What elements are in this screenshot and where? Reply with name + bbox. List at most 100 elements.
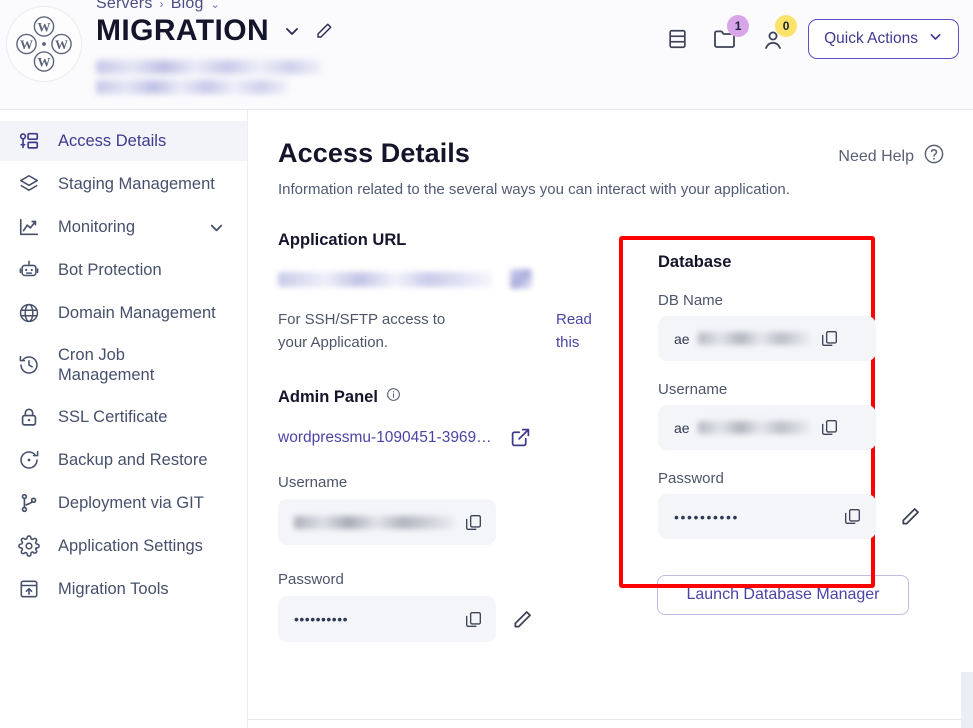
db-name-field: DB Name ae <box>658 292 921 361</box>
page-body: Access Details Staging Management Monito… <box>0 110 973 728</box>
database-section-title: Database <box>658 253 732 271</box>
sidebar-item-label: Backup and Restore <box>58 451 208 470</box>
git-branch-icon <box>16 492 42 514</box>
breadcrumb-chevron-down-icon[interactable]: ⌄ <box>211 0 220 11</box>
page-app-title: MIGRATION <box>96 14 270 47</box>
admin-password-label: Password <box>278 571 344 588</box>
sidebar-item-bot-protection[interactable]: Bot Protection <box>0 250 247 290</box>
sidebar-item-ssl-certificate[interactable]: SSL Certificate <box>0 397 247 437</box>
admin-password-value-box[interactable]: •••••••••• <box>278 596 496 642</box>
sidebar-item-label: SSL Certificate <box>58 408 168 427</box>
scrollbar[interactable] <box>961 672 973 728</box>
sidebar-item-label: Cron Job Management <box>58 346 155 385</box>
launch-database-manager-button[interactable]: Launch Database Manager <box>657 575 909 615</box>
db-password-value-box[interactable]: •••••••••• <box>658 494 876 539</box>
sidebar-monitoring-chevron-down-icon[interactable] <box>208 219 233 236</box>
app-header: W W W W Servers › Blog ⌄ MIGRATION 1 0 Q… <box>0 0 973 110</box>
folder-count-badge: 1 <box>727 15 750 37</box>
line-chart-icon <box>16 216 42 238</box>
breadcrumb-separator: › <box>159 0 164 11</box>
sidebar-item-label: Access Details <box>58 131 167 150</box>
www-globe-icon <box>16 302 42 324</box>
svg-text:W: W <box>55 37 68 52</box>
info-circle-icon[interactable] <box>386 387 401 407</box>
sidebar: Access Details Staging Management Monito… <box>0 110 248 728</box>
copy-icon[interactable] <box>820 418 839 437</box>
lock-icon <box>16 406 42 428</box>
admin-panel-link-row: wordpressmu-1090451-3969… <box>278 427 608 448</box>
database-panel: Database DB Name ae Username ae Password… <box>634 231 945 539</box>
ssh-info-text: For SSH/SFTP access to your Application. <box>278 311 446 351</box>
sidebar-item-label: Monitoring <box>58 217 136 236</box>
quick-actions-button[interactable]: Quick Actions <box>808 19 959 59</box>
breadcrumb[interactable]: Servers › Blog ⌄ <box>96 0 220 13</box>
db-name-value-redacted <box>697 332 810 345</box>
clock-history-icon <box>16 354 42 376</box>
user-icon[interactable]: 0 <box>760 15 798 52</box>
db-password-field: Password •••••••••• <box>658 470 921 539</box>
sidebar-item-backup-and-restore[interactable]: Backup and Restore <box>0 440 247 480</box>
copy-icon[interactable] <box>464 513 483 532</box>
folder-icon[interactable]: 1 <box>712 15 750 52</box>
application-url-row[interactable] <box>278 269 608 289</box>
admin-username-value-box[interactable] <box>278 499 496 545</box>
question-circle-icon <box>923 143 945 170</box>
header-actions: 1 0 Quick Actions <box>664 15 959 59</box>
admin-panel-title-text: Admin Panel <box>278 387 378 406</box>
content-bottom-divider <box>248 719 961 720</box>
db-username-value-box[interactable]: ae <box>658 405 876 450</box>
sidebar-item-label: Bot Protection <box>58 260 162 279</box>
svg-text:W: W <box>20 37 33 52</box>
ssh-info-row: For SSH/SFTP access to your Application.… <box>278 309 608 354</box>
gear-icon <box>16 535 42 558</box>
main-header: Access Details Information related to th… <box>278 138 945 198</box>
app-title-edit-pencil-icon[interactable] <box>315 22 333 40</box>
app-title-chevron-down-icon[interactable] <box>283 22 301 40</box>
breadcrumb-root[interactable]: Servers <box>96 0 153 13</box>
page-subtitle: Information related to the several ways … <box>278 181 790 198</box>
external-link-icon[interactable] <box>510 269 532 289</box>
db-password-value: •••••••••• <box>674 508 740 525</box>
sidebar-item-label: Application Settings <box>58 537 203 556</box>
sidebar-item-access-details[interactable]: Access Details <box>0 121 247 161</box>
copy-icon[interactable] <box>820 329 839 348</box>
application-url-value <box>278 271 492 287</box>
wordpress-multisite-logo: W W W W <box>6 6 82 82</box>
sidebar-item-cron-job-management[interactable]: Cron Job Management <box>0 336 247 394</box>
admin-panel-link[interactable]: wordpressmu-1090451-3969… <box>278 429 492 447</box>
page-title: Access Details <box>278 138 471 168</box>
sidebar-item-monitoring[interactable]: Monitoring <box>0 207 247 247</box>
database-stack-icon[interactable] <box>664 26 690 52</box>
db-username-value-redacted <box>697 421 810 434</box>
left-column: Application URL For SSH/SFTP access to y… <box>278 231 608 642</box>
db-name-label: DB Name <box>658 292 724 309</box>
read-this-link[interactable]: Read this <box>556 309 608 354</box>
admin-panel-section-title: Admin Panel <box>278 387 608 407</box>
db-password-edit-pencil-icon[interactable] <box>900 506 921 527</box>
external-link-icon[interactable] <box>510 427 531 448</box>
sidebar-item-application-settings[interactable]: Application Settings <box>0 526 247 566</box>
copy-icon[interactable] <box>464 610 483 629</box>
page-title-block: Access Details Information related to th… <box>278 138 790 198</box>
sidebar-item-label: Staging Management <box>58 174 215 193</box>
sidebar-item-migration-tools[interactable]: Migration Tools <box>0 569 247 609</box>
copy-icon[interactable] <box>843 507 862 526</box>
sidebar-item-label: Migration Tools <box>58 580 169 599</box>
db-name-value-box[interactable]: ae <box>658 316 876 361</box>
app-title-row: MIGRATION <box>96 16 333 46</box>
admin-password-field: Password •••••••••• <box>278 571 608 642</box>
breadcrumb-current[interactable]: Blog <box>171 0 204 13</box>
sidebar-item-deployment-via-git[interactable]: Deployment via GIT <box>0 483 247 523</box>
robot-icon <box>16 259 42 281</box>
layers-icon <box>16 173 42 195</box>
need-help-label: Need Help <box>838 147 914 165</box>
admin-password-edit-pencil-icon[interactable] <box>512 609 533 630</box>
sidebar-item-staging-management[interactable]: Staging Management <box>0 164 247 204</box>
upload-box-icon <box>16 578 42 600</box>
key-list-icon <box>16 130 42 152</box>
need-help-link[interactable]: Need Help <box>838 143 945 170</box>
sidebar-item-label: Domain Management <box>58 303 216 322</box>
admin-username-label: Username <box>278 474 348 491</box>
sidebar-item-domain-management[interactable]: Domain Management <box>0 293 247 333</box>
redacted-url-line-1 <box>96 60 322 74</box>
